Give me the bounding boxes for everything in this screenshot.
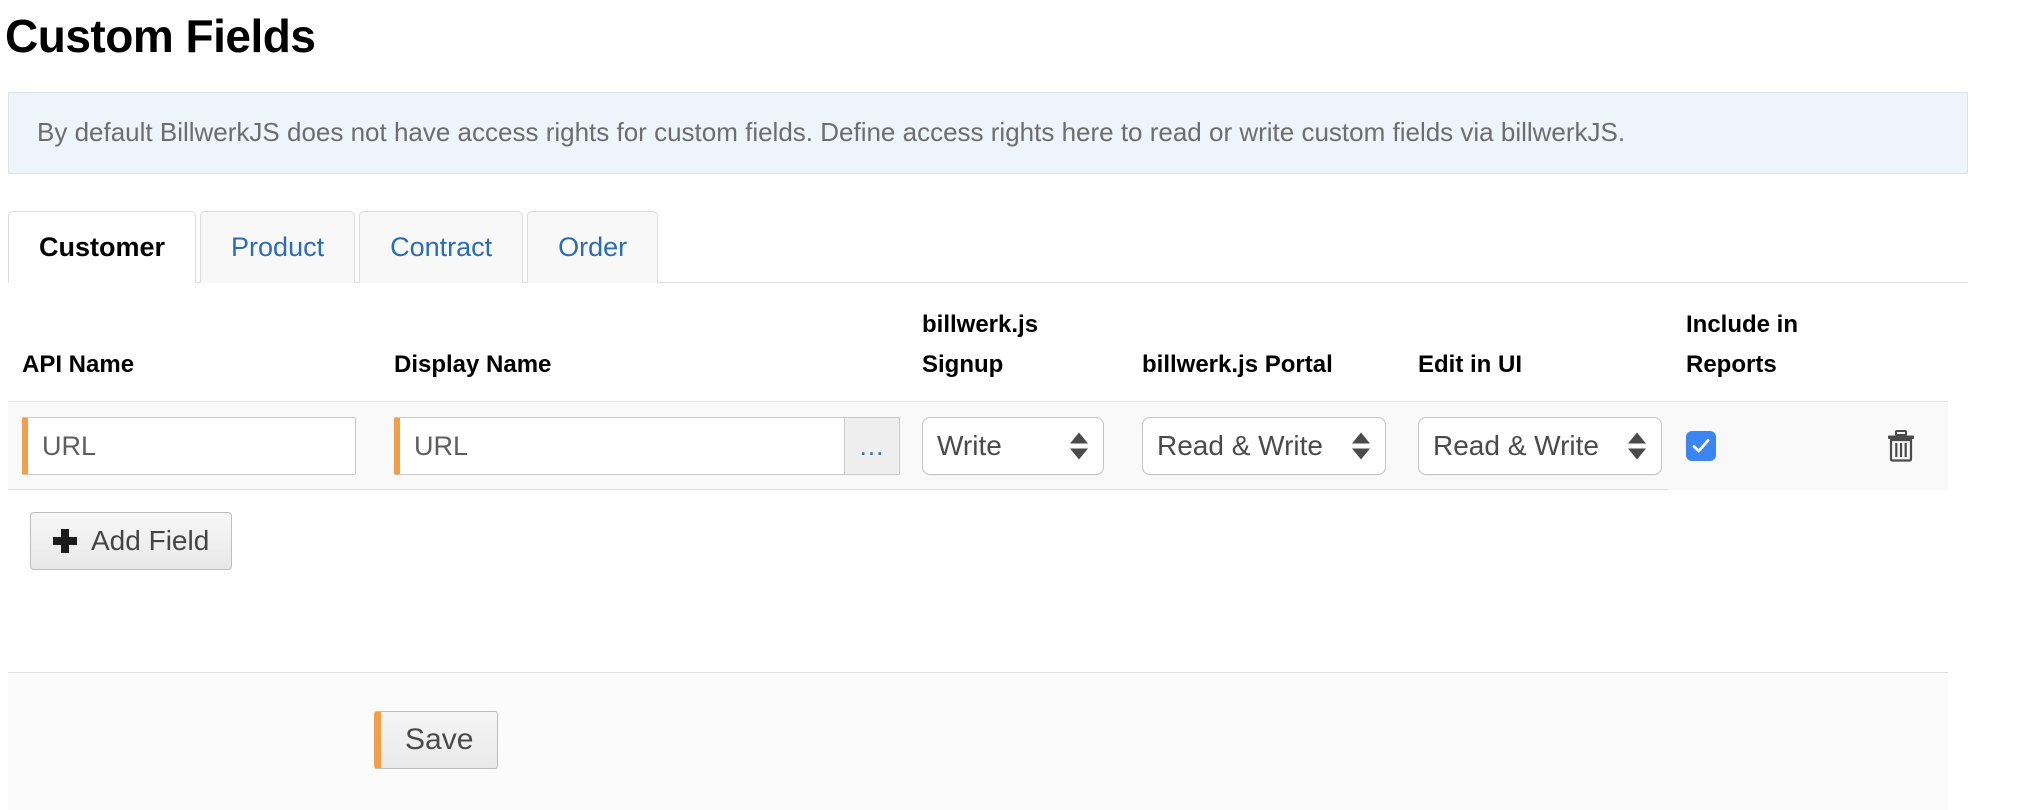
form-footer: Save <box>8 672 1948 810</box>
tab-order-label: Order <box>558 232 628 262</box>
display-name-input-group: ... <box>394 417 900 475</box>
table-header-row: API Name Display Name billwerk.js Signup… <box>8 283 1948 401</box>
display-name-more-button[interactable]: ... <box>844 417 900 475</box>
cell-actions <box>1878 402 1948 490</box>
tab-order[interactable]: Order <box>527 211 659 283</box>
save-button[interactable]: Save <box>374 711 499 769</box>
tab-customer-label: Customer <box>39 231 166 262</box>
cell-billwerkjs-signup: Write <box>914 402 1134 490</box>
add-field-button-label: Add Field <box>91 525 210 556</box>
column-header-billwerkjs-signup-line2: Signup <box>922 351 1004 378</box>
column-header-billwerkjs-signup: billwerk.js Signup <box>914 305 1134 401</box>
custom-fields-page: Custom Fields By default BillwerkJS does… <box>0 0 2028 810</box>
tab-contract[interactable]: Contract <box>359 211 524 283</box>
tab-product-label: Product <box>231 232 325 262</box>
cell-edit-in-ui: Read & Write <box>1410 402 1678 490</box>
column-header-billwerkjs-portal: billwerk.js Portal <box>1142 351 1333 378</box>
cell-display-name: ... <box>380 402 914 490</box>
include-in-reports-checkbox[interactable] <box>1686 431 1716 461</box>
billwerkjs-signup-select[interactable]: Write <box>922 417 1104 475</box>
billwerkjs-portal-select[interactable]: Read & Write <box>1142 417 1386 475</box>
trash-icon <box>1888 430 1914 462</box>
custom-fields-table: API Name Display Name billwerk.js Signup… <box>8 283 1948 570</box>
info-banner: By default BillwerkJS does not have acce… <box>8 92 1968 174</box>
tab-contract-label: Contract <box>390 232 493 262</box>
page-title: Custom Fields <box>5 10 316 62</box>
column-header-billwerkjs-signup-line1: billwerk.js <box>922 311 1039 338</box>
cell-include-in-reports <box>1678 402 1878 490</box>
tab-customer[interactable]: Customer <box>8 211 197 283</box>
api-name-input[interactable] <box>22 417 356 475</box>
column-header-api-name: API Name <box>22 351 135 378</box>
cell-api-name <box>8 402 380 490</box>
delete-row-button[interactable] <box>1878 423 1924 469</box>
billwerkjs-portal-select-value[interactable]: Read & Write <box>1142 417 1386 475</box>
edit-in-ui-select-value[interactable]: Read & Write <box>1418 417 1662 475</box>
column-header-include-in-reports-line2: Reports <box>1686 351 1777 378</box>
column-header-edit-in-ui: Edit in UI <box>1418 351 1522 378</box>
cell-billwerkjs-portal: Read & Write <box>1134 402 1410 490</box>
plus-icon <box>53 529 77 553</box>
save-button-label: Save <box>405 723 474 756</box>
entity-tabs: Customer Product Contract Order <box>8 210 1968 283</box>
display-name-input[interactable] <box>394 417 844 475</box>
column-header-include-in-reports: Include in Reports <box>1678 305 1878 401</box>
info-banner-text: By default BillwerkJS does not have acce… <box>37 117 1626 147</box>
column-header-display-name: Display Name <box>394 351 552 378</box>
billwerkjs-signup-select-value[interactable]: Write <box>922 417 1104 475</box>
column-header-actions <box>1878 385 1948 401</box>
add-field-button[interactable]: Add Field <box>30 512 233 570</box>
tab-product[interactable]: Product <box>200 211 356 283</box>
edit-in-ui-select[interactable]: Read & Write <box>1418 417 1662 475</box>
table-row: ... Write Read & Write Read & Write <box>8 401 1948 490</box>
column-header-include-in-reports-line1: Include in <box>1686 311 1799 338</box>
